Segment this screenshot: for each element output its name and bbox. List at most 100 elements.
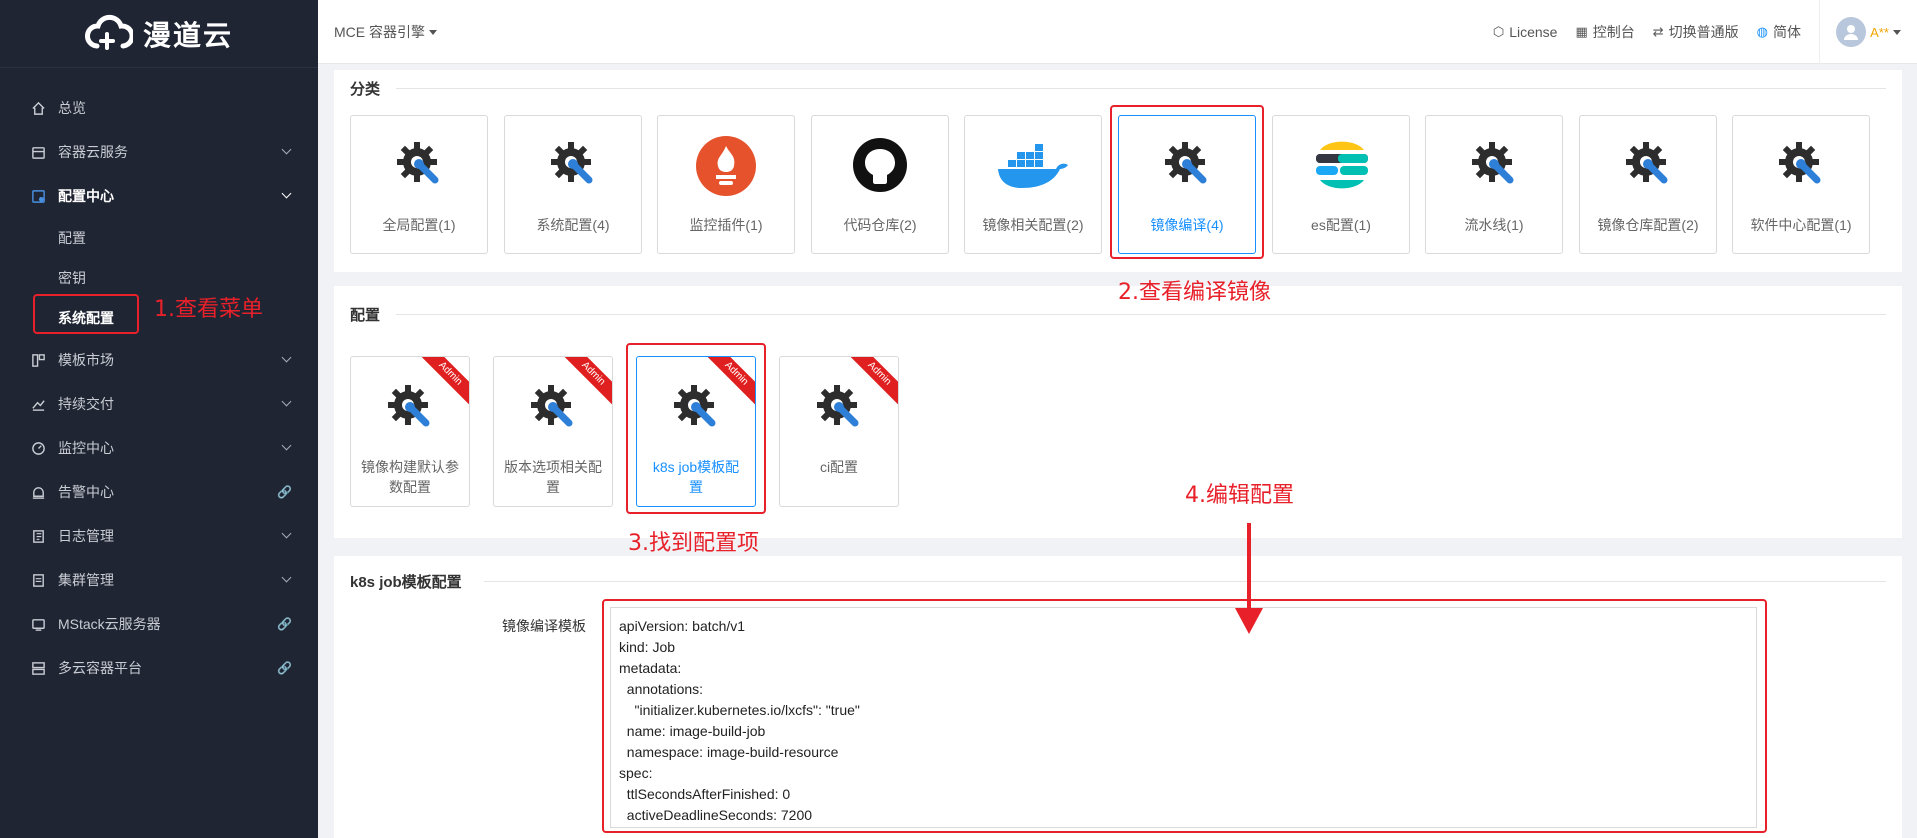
github-icon bbox=[853, 138, 907, 192]
sidebar-item-label: 总览 bbox=[58, 100, 86, 116]
sidebar-item-mstack[interactable]: MStack云服务器 🔗 bbox=[0, 602, 318, 646]
config-panel-title: 配置 bbox=[350, 307, 381, 324]
category-card-image-related[interactable]: 镜像相关配置(2) bbox=[964, 115, 1102, 254]
config-card-build-defaults[interactable]: Admin 镜像构建默认参数配置 bbox=[350, 356, 470, 507]
console-label: 控制台 bbox=[1592, 24, 1635, 40]
annotation-box-config-item bbox=[626, 343, 766, 514]
sidebar-item-container-cloud[interactable]: 容器云服务 bbox=[0, 130, 318, 174]
category-card-software-center[interactable]: 软件中心配置(1) bbox=[1732, 115, 1870, 254]
product-name: MCE 容器引擎 bbox=[334, 23, 425, 40]
sidebar-item-cluster[interactable]: 集群管理 bbox=[0, 558, 318, 602]
link-icon: 🔗 bbox=[277, 661, 292, 675]
sidebar-subitem-config[interactable]: 配置 bbox=[0, 218, 318, 258]
divider bbox=[396, 314, 1886, 315]
globe-icon: ◍ bbox=[1756, 24, 1768, 39]
annotation-step3: 3.找到配置项 bbox=[628, 531, 759, 556]
sidebar-item-label: 集群管理 bbox=[58, 572, 114, 588]
sidebar-item-multicloud[interactable]: 多云容器平台 🔗 bbox=[0, 646, 318, 690]
caret-down-icon bbox=[429, 30, 437, 36]
box-icon bbox=[30, 144, 46, 160]
gear-wrench-icon bbox=[1472, 142, 1514, 184]
sidebar: 漫道云 总览 容器云服务 配置中心 配置 密钥 系统配置 模板市场 持续交付 监… bbox=[0, 0, 318, 838]
logo[interactable]: 漫道云 bbox=[0, 0, 318, 68]
switch-edition-link[interactable]: ⇄ 切换普通版 bbox=[1653, 22, 1739, 42]
sidebar-item-overview[interactable]: 总览 bbox=[0, 86, 318, 130]
sidebar-item-label: 监控中心 bbox=[58, 440, 114, 456]
caret-down-icon bbox=[1892, 29, 1901, 35]
card-label: 监控插件(1) bbox=[689, 217, 763, 233]
user-name: A** bbox=[1870, 24, 1889, 40]
license-link[interactable]: ⬡ License bbox=[1493, 24, 1558, 40]
sidebar-item-config-center[interactable]: 配置中心 bbox=[0, 174, 318, 218]
card-label: 镜像仓库配置(2) bbox=[1597, 217, 1699, 233]
chevron-down-icon bbox=[281, 396, 292, 407]
grid-icon: ▦ bbox=[1575, 24, 1588, 39]
sidebar-item-label: 持续交付 bbox=[58, 396, 114, 412]
gear-wrench-icon bbox=[388, 385, 430, 427]
gear-wrench-icon bbox=[817, 385, 859, 427]
config-card-version-options[interactable]: Admin 版本选项相关配置 bbox=[493, 356, 613, 507]
server-icon bbox=[30, 616, 46, 632]
sidebar-item-label: 配置中心 bbox=[58, 188, 114, 204]
alarm-icon bbox=[30, 484, 46, 500]
sidebar-item-monitor[interactable]: 监控中心 bbox=[0, 426, 318, 470]
chevron-down-icon bbox=[281, 528, 292, 539]
annotation-step2: 2.查看编译镜像 bbox=[1118, 280, 1271, 305]
card-label: 流水线(1) bbox=[1464, 217, 1524, 233]
divider bbox=[484, 581, 1886, 582]
category-card-es[interactable]: es配置(1) bbox=[1272, 115, 1410, 254]
docker-icon bbox=[998, 144, 1068, 188]
product-dropdown[interactable]: MCE 容器引擎 bbox=[334, 22, 437, 42]
gear-wrench-icon bbox=[551, 142, 593, 184]
config-card-ci[interactable]: Admin ci配置 bbox=[779, 356, 899, 507]
category-card-monitor-plugin[interactable]: 监控插件(1) bbox=[657, 115, 795, 254]
gear-wrench-icon bbox=[1626, 142, 1668, 184]
template-icon bbox=[30, 352, 46, 368]
language-link[interactable]: ◍ 简体 bbox=[1757, 22, 1801, 42]
avatar bbox=[1836, 17, 1867, 47]
sidebar-item-label: 日志管理 bbox=[58, 528, 114, 544]
cloud-logo-icon bbox=[84, 14, 133, 50]
header-actions: ⬡ License ▦ 控制台 ⇄ 切换普通版 ◍ 简体 A** bbox=[1493, 0, 1917, 64]
chevron-down-icon bbox=[281, 188, 292, 199]
delivery-icon bbox=[30, 396, 46, 412]
sidebar-item-label: 容器云服务 bbox=[58, 144, 128, 160]
gear-wrench-icon bbox=[531, 385, 573, 427]
cloud-platform-icon bbox=[30, 660, 46, 676]
top-header: MCE 容器引擎 ⬡ License ▦ 控制台 ⇄ 切换普通版 ◍ 简体 A** bbox=[318, 0, 1917, 64]
switch-icon: ⇄ bbox=[1652, 24, 1664, 39]
sidebar-item-alarm[interactable]: 告警中心 🔗 bbox=[0, 470, 318, 514]
monitor-icon bbox=[30, 440, 46, 456]
user-menu[interactable]: A** bbox=[1819, 0, 1917, 64]
categories-title: 分类 bbox=[350, 81, 381, 98]
card-label: 镜像相关配置(2) bbox=[982, 217, 1084, 233]
category-card-pipeline[interactable]: 流水线(1) bbox=[1425, 115, 1563, 254]
sidebar-item-label: 多云容器平台 bbox=[58, 660, 142, 676]
category-card-global[interactable]: 全局配置(1) bbox=[350, 115, 488, 254]
card-label: ci配置 bbox=[819, 459, 859, 475]
chevron-down-icon bbox=[281, 572, 292, 583]
link-icon: 🔗 bbox=[277, 617, 292, 631]
sidebar-item-delivery[interactable]: 持续交付 bbox=[0, 382, 318, 426]
sidebar-item-template-market[interactable]: 模板市场 bbox=[0, 338, 318, 382]
category-card-image-registry[interactable]: 镜像仓库配置(2) bbox=[1579, 115, 1717, 254]
category-card-system[interactable]: 系统配置(4) bbox=[504, 115, 642, 254]
prometheus-icon bbox=[696, 136, 756, 196]
chevron-down-icon bbox=[281, 352, 292, 363]
elastic-icon bbox=[1316, 141, 1368, 189]
card-label: 代码仓库(2) bbox=[843, 217, 917, 233]
divider bbox=[396, 88, 1886, 89]
console-link[interactable]: ▦ 控制台 bbox=[1575, 22, 1634, 42]
category-card-code-repo[interactable]: 代码仓库(2) bbox=[811, 115, 949, 254]
card-label: 软件中心配置(1) bbox=[1750, 217, 1852, 233]
card-label: 镜像构建默认参数配置 bbox=[361, 459, 459, 495]
cluster-icon bbox=[30, 572, 46, 588]
sidebar-item-logs[interactable]: 日志管理 bbox=[0, 514, 318, 558]
license-label: License bbox=[1509, 24, 1558, 40]
config-icon bbox=[30, 188, 46, 204]
template-field-label: 镜像编译模板 bbox=[502, 618, 586, 634]
card-label: es配置(1) bbox=[1311, 217, 1371, 233]
switch-edition-label: 切换普通版 bbox=[1668, 24, 1739, 40]
cube-icon: ⬡ bbox=[1492, 24, 1505, 39]
annotation-box-category bbox=[1110, 105, 1264, 259]
